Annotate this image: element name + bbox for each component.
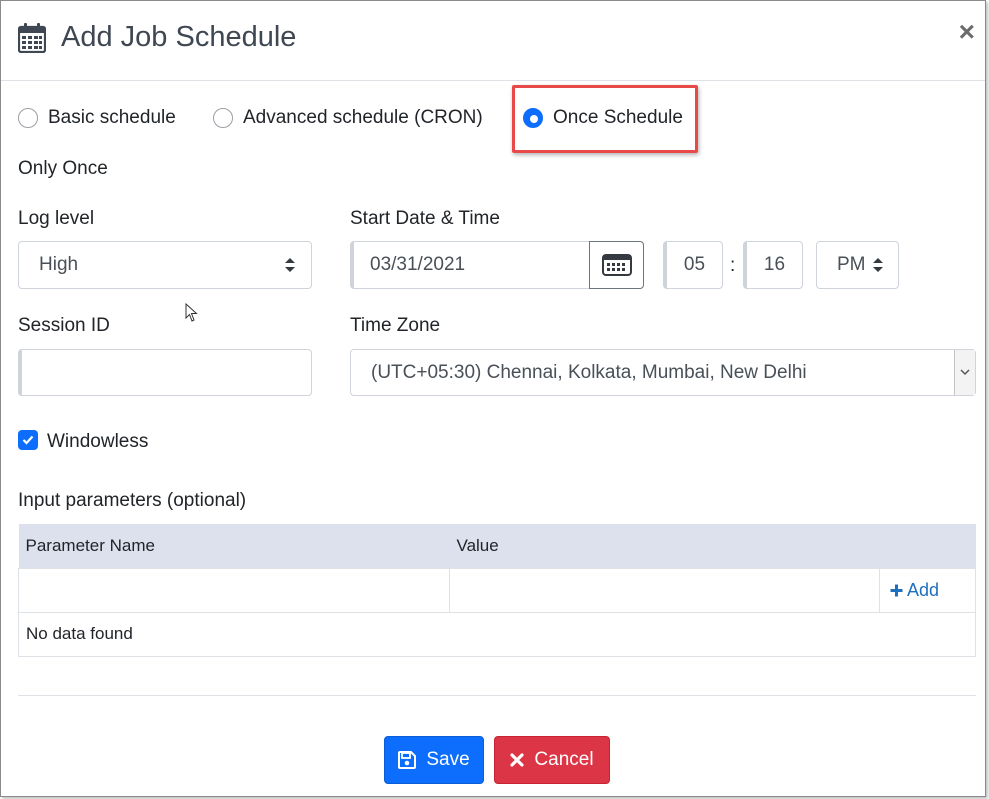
radio-circle-icon[interactable] — [213, 108, 233, 128]
input-parameters-label: Input parameters (optional) — [18, 490, 247, 511]
check-icon — [22, 435, 34, 445]
start-date-label: Start Date & Time — [350, 208, 500, 229]
parameter-name-cell[interactable] — [18, 567, 450, 613]
dialog-title: Add Job Schedule — [61, 21, 297, 53]
radio-checked-icon[interactable] — [523, 108, 543, 128]
add-parameter-link[interactable]: Add — [887, 580, 968, 601]
chevron-down-icon — [960, 369, 970, 376]
close-x-icon — [510, 753, 525, 767]
hour-input[interactable]: 05 — [663, 241, 723, 289]
new-parameter-row: Add — [18, 567, 976, 613]
windowless-checkbox[interactable] — [18, 430, 38, 450]
footer-divider — [18, 695, 976, 696]
close-icon[interactable]: × — [959, 17, 975, 47]
radio-circle-icon[interactable] — [18, 108, 38, 128]
dropdown-arrow[interactable] — [954, 350, 975, 395]
minute-value: 16 — [763, 254, 786, 275]
meridiem-value: PM — [837, 254, 866, 275]
add-job-schedule-dialog: Add Job Schedule × Basic schedule Advanc… — [0, 0, 986, 797]
parameters-table: Parameter Name Value Add No data found — [18, 524, 976, 657]
mouse-pointer-icon — [185, 303, 198, 322]
radio-advanced-schedule[interactable]: Advanced schedule (CRON) — [213, 101, 483, 135]
column-header-actions — [879, 524, 976, 568]
meridiem-select[interactable]: PM — [816, 241, 899, 289]
radio-label: Basic schedule — [48, 107, 176, 128]
parameter-value-cell[interactable] — [449, 567, 880, 613]
empty-row: No data found — [18, 611, 976, 657]
calendar-icon — [18, 23, 46, 53]
session-id-label: Session ID — [18, 315, 110, 336]
time-zone-label: Time Zone — [350, 315, 441, 336]
section-label: Only Once — [18, 158, 108, 179]
start-date-value: 03/31/2021 — [370, 254, 466, 275]
radio-basic-schedule[interactable]: Basic schedule — [18, 101, 176, 135]
radio-label: Once Schedule — [553, 107, 683, 128]
radio-label: Advanced schedule (CRON) — [243, 107, 483, 128]
log-level-label: Log level — [18, 208, 95, 229]
keyboard-calendar-icon — [601, 254, 632, 276]
plus-icon — [890, 584, 903, 596]
add-label: Add — [907, 579, 940, 600]
log-level-select[interactable]: High — [18, 241, 312, 289]
floppy-disk-icon — [398, 751, 417, 769]
radio-once-schedule[interactable]: Once Schedule — [523, 101, 683, 135]
cancel-label: Cancel — [534, 749, 594, 770]
add-cell: Add — [879, 567, 976, 613]
windowless-label: Windowless — [47, 431, 149, 452]
time-separator: : — [730, 255, 736, 276]
table-header-row: Parameter Name Value — [18, 524, 976, 568]
column-header-parameter-name: Parameter Name — [18, 524, 450, 568]
session-id-input[interactable] — [18, 349, 312, 396]
sort-arrows-icon — [285, 258, 295, 272]
cancel-button[interactable]: Cancel — [494, 736, 610, 784]
time-zone-value: (UTC+05:30) Chennai, Kolkata, Mumbai, Ne… — [371, 361, 807, 383]
schedule-type-group: Basic schedule Advanced schedule (CRON) … — [18, 101, 918, 135]
dialog-header: Add Job Schedule × — [1, 1, 985, 81]
sort-arrows-icon — [873, 258, 883, 272]
minute-input[interactable]: 16 — [743, 241, 803, 289]
save-button[interactable]: Save — [384, 736, 484, 784]
save-label: Save — [426, 749, 470, 770]
start-date-input[interactable]: 03/31/2021 — [350, 241, 590, 289]
date-picker-button[interactable] — [589, 241, 644, 289]
log-level-value: High — [39, 254, 79, 275]
column-header-value: Value — [449, 524, 880, 568]
no-data-message: No data found — [18, 611, 976, 657]
hour-value: 05 — [683, 254, 706, 275]
time-zone-select[interactable]: (UTC+05:30) Chennai, Kolkata, Mumbai, Ne… — [350, 349, 976, 396]
